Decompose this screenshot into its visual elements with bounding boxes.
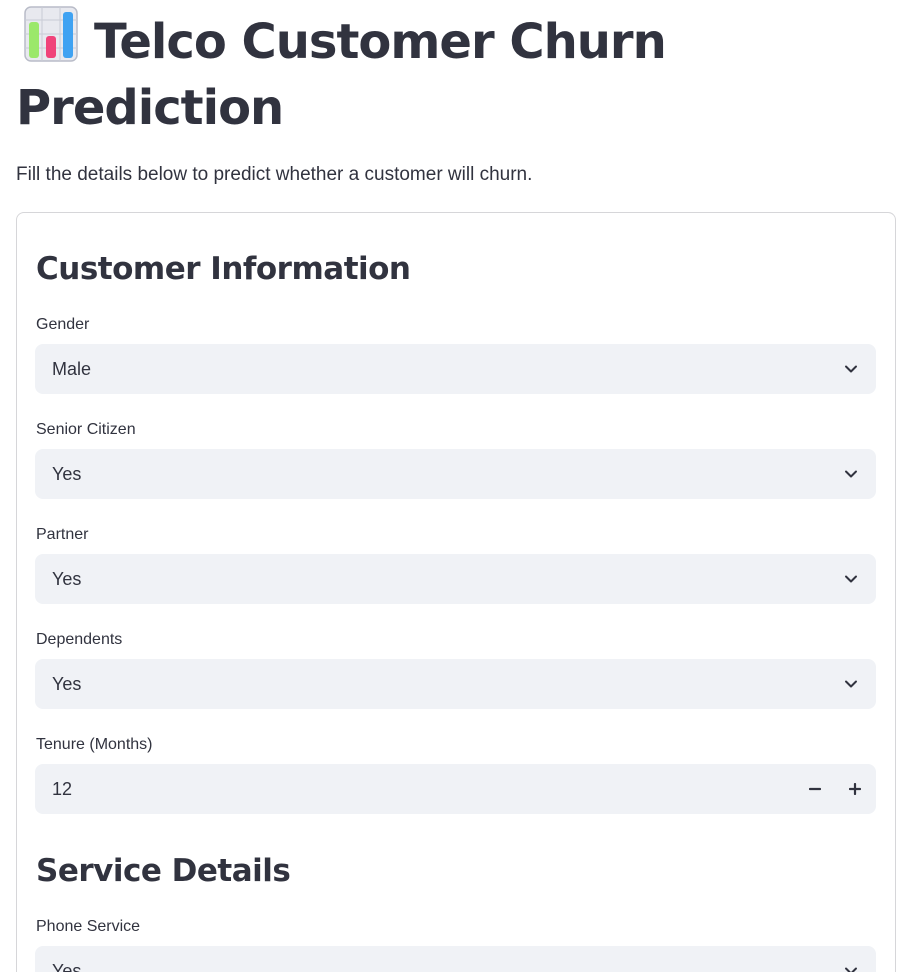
senior-citizen-select-value: Yes (52, 464, 82, 484)
partner-label: Partner (36, 526, 89, 543)
phone-service-select-value: Yes (52, 961, 82, 972)
chevron-down-icon (845, 967, 857, 972)
gender-select-value: Male (52, 359, 92, 379)
senior-citizen-label: Senior Citizen (36, 421, 136, 438)
tenure-stepper (35, 764, 876, 814)
plus-icon (849, 783, 861, 795)
chevron-down-icon (845, 575, 857, 583)
prediction-form: Customer Information Gender Male Senior … (16, 212, 896, 972)
app-page: Telco Customer Churn Prediction Fill the… (0, 0, 910, 972)
page-subtitle: Fill the details below to predict whethe… (16, 164, 533, 185)
partner-select-value: Yes (52, 569, 82, 589)
phone-service-label: Phone Service (36, 918, 141, 935)
dependents-label: Dependents (36, 631, 123, 648)
service-details-heading: Service Details (36, 853, 291, 889)
dependents-select-value: Yes (52, 674, 82, 694)
chevron-down-icon (845, 680, 857, 688)
chevron-down-icon (845, 365, 857, 373)
increment-button[interactable] (835, 764, 875, 814)
page-title: Telco Customer Churn Prediction (16, 6, 716, 141)
gender-select[interactable]: Male (35, 344, 876, 394)
dependents-select[interactable]: Yes (35, 659, 876, 709)
minus-icon (809, 787, 821, 791)
chevron-down-icon (845, 470, 857, 478)
partner-select[interactable]: Yes (35, 554, 876, 604)
tenure-label: Tenure (Months) (36, 736, 153, 753)
customer-info-heading: Customer Information (36, 251, 411, 287)
senior-citizen-select[interactable]: Yes (35, 449, 876, 499)
decrement-button[interactable] (795, 764, 835, 814)
tenure-input[interactable] (35, 764, 795, 814)
gender-label: Gender (36, 316, 90, 333)
bar-chart-icon (24, 6, 78, 62)
phone-service-select[interactable]: Yes (35, 946, 876, 972)
